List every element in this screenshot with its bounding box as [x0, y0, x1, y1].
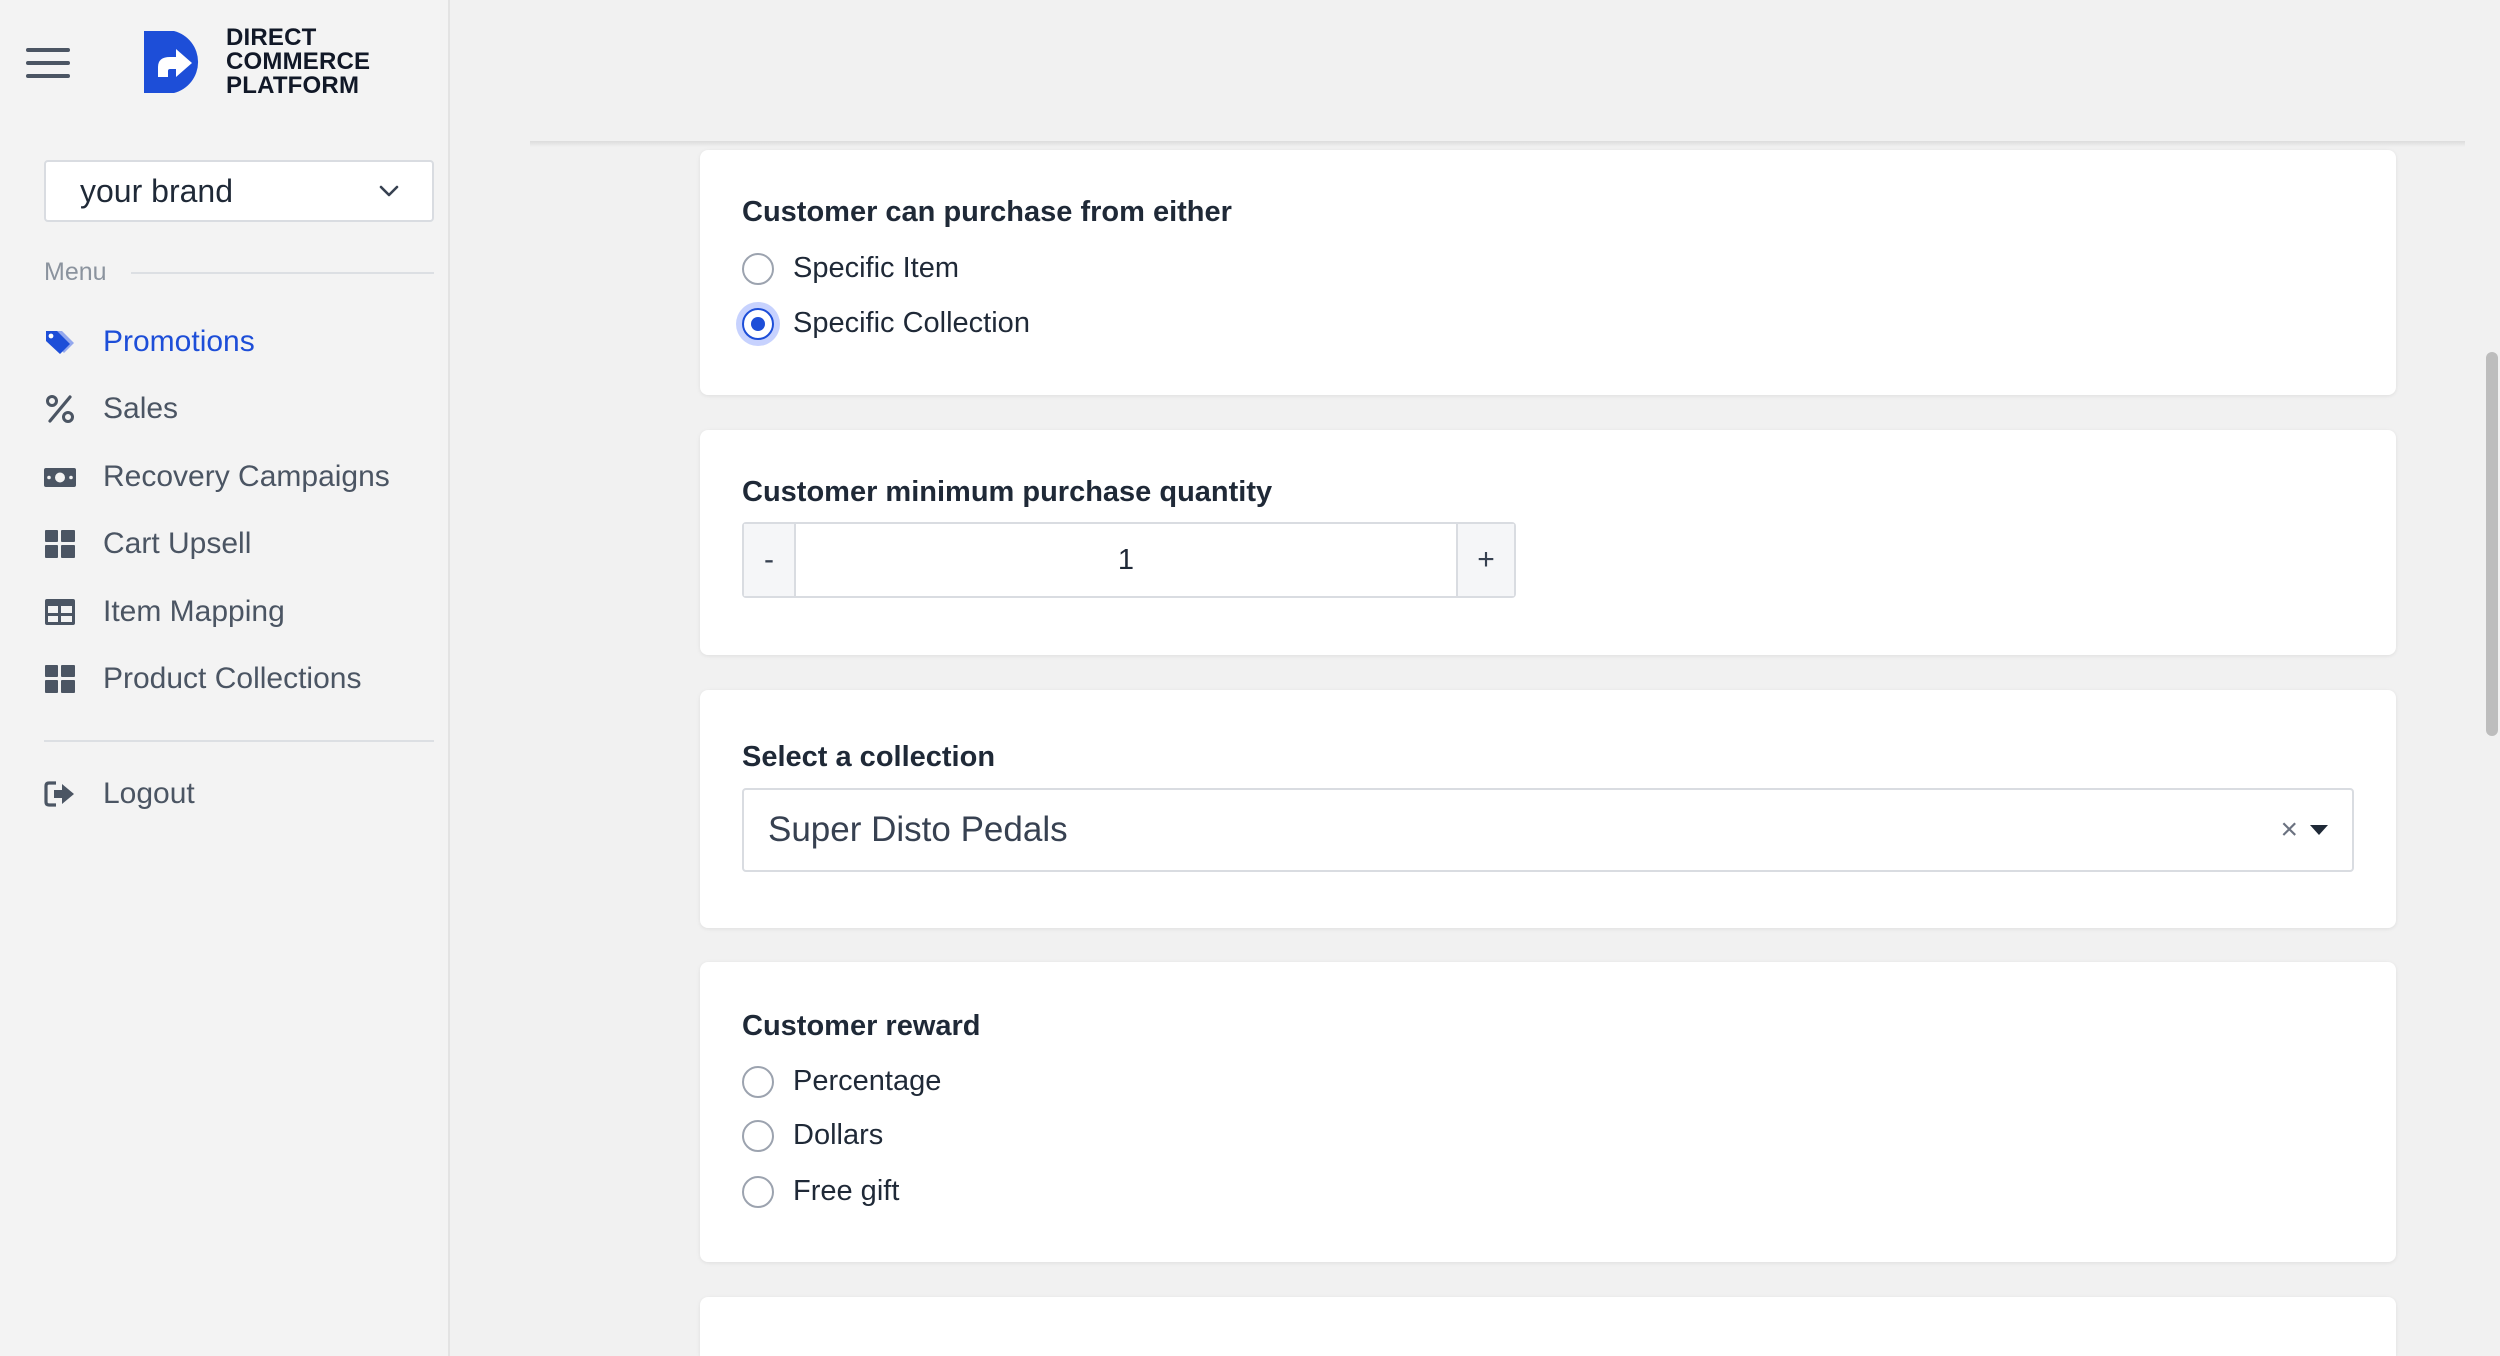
min-quantity-title: Customer minimum purchase quantity — [742, 476, 1273, 508]
radio-label: Specific Item — [793, 252, 959, 284]
increment-button[interactable]: + — [1456, 524, 1514, 596]
sidebar-item-label: Promotions — [103, 324, 255, 358]
collection-card: Select a collection Super Disto Pedals × — [700, 690, 2396, 928]
menu-header: Menu — [44, 258, 434, 287]
radio-label: Percentage — [793, 1065, 942, 1097]
menu-label: Menu — [44, 258, 107, 286]
table-icon — [40, 592, 80, 632]
quantity-input[interactable]: 1 — [796, 524, 1456, 596]
sidebar-item-recovery-campaigns[interactable]: Recovery Campaigns — [40, 443, 440, 511]
percent-icon — [40, 389, 80, 429]
brand-select[interactable]: your brand — [44, 160, 434, 222]
money-bill-icon — [40, 457, 80, 497]
reward-title: Customer reward — [742, 1010, 981, 1042]
sidebar-item-item-mapping[interactable]: Item Mapping — [40, 578, 440, 646]
radio-button[interactable] — [742, 1175, 774, 1208]
menu-divider — [130, 271, 434, 274]
hamburger-menu-icon[interactable] — [26, 48, 70, 78]
min-quantity-card: Customer minimum purchase quantity - 1 + — [700, 430, 2396, 655]
tags-icon — [40, 322, 80, 362]
logout-button[interactable]: Logout — [40, 760, 440, 828]
logo-line-3: PLATFORM — [226, 72, 360, 99]
grid-icon — [40, 524, 80, 564]
logo-text: DIRECT COMMERCE PLATFORM — [226, 26, 370, 98]
top-bar — [452, 0, 2472, 145]
sidebar-item-label: Recovery Campaigns — [103, 459, 390, 493]
logout-label: Logout — [103, 776, 195, 810]
quantity-stepper: - 1 + — [742, 522, 1516, 598]
brand-select-value: your brand — [80, 172, 233, 209]
sidebar-item-label: Product Collections — [103, 662, 362, 696]
sidebar-item-label: Item Mapping — [103, 594, 285, 628]
sidebar-item-product-collections[interactable]: Product Collections — [40, 646, 440, 714]
nav-divider — [44, 740, 434, 742]
radio-specific-collection[interactable]: Specific Collection — [742, 307, 1030, 340]
radio-free-gift[interactable]: Free gift — [742, 1175, 899, 1208]
collection-select-value: Super Disto Pedals — [768, 810, 1068, 849]
next-card — [700, 1297, 2396, 1356]
purchase-from-title: Customer can purchase from either — [742, 196, 1232, 228]
reward-card: Customer reward Percentage Dollars Free … — [700, 962, 2396, 1262]
logo-line-1: DIRECT — [226, 24, 317, 51]
decrement-button[interactable]: - — [744, 524, 796, 596]
radio-label: Specific Collection — [793, 307, 1030, 339]
radio-button[interactable] — [742, 252, 774, 285]
radio-label: Free gift — [793, 1175, 900, 1207]
sidebar-item-sales[interactable]: Sales — [40, 376, 440, 444]
collection-select[interactable]: Super Disto Pedals × — [742, 788, 2354, 872]
sidebar: DIRECT COMMERCE PLATFORM your brand Menu — [0, 0, 450, 1356]
sidebar-item-cart-upsell[interactable]: Cart Upsell — [40, 511, 440, 579]
radio-button-checked[interactable] — [742, 307, 774, 340]
app: DIRECT COMMERCE PLATFORM your brand Menu — [0, 0, 2500, 1356]
sign-out-icon — [40, 774, 80, 814]
logo-mark-icon — [144, 31, 199, 93]
sidebar-nav: Promotions Sales Recovery Campaigns Cart… — [40, 308, 440, 713]
radio-label: Dollars — [793, 1119, 884, 1151]
logout-container: Logout — [40, 760, 440, 828]
logo[interactable]: DIRECT COMMERCE PLATFORM — [140, 26, 370, 98]
radio-dollars[interactable]: Dollars — [742, 1119, 883, 1152]
grid-icon — [40, 659, 80, 699]
scrollbar-thumb[interactable] — [2486, 352, 2498, 736]
radio-specific-item[interactable]: Specific Item — [742, 252, 959, 285]
clear-icon[interactable]: × — [2280, 813, 2298, 847]
sidebar-item-promotions[interactable]: Promotions — [40, 308, 440, 376]
logo-line-2: COMMERCE — [226, 48, 371, 75]
caret-down-icon[interactable] — [2310, 825, 2328, 835]
purchase-from-card: Customer can purchase from either Specif… — [700, 150, 2396, 395]
sidebar-item-label: Cart Upsell — [103, 527, 252, 561]
radio-button[interactable] — [742, 1119, 774, 1152]
top-bar-shadow — [530, 141, 2465, 147]
chevron-down-icon — [379, 185, 399, 197]
collection-title: Select a collection — [742, 741, 996, 773]
radio-percentage[interactable]: Percentage — [742, 1065, 941, 1098]
radio-button[interactable] — [742, 1065, 774, 1098]
sidebar-item-label: Sales — [103, 392, 179, 426]
